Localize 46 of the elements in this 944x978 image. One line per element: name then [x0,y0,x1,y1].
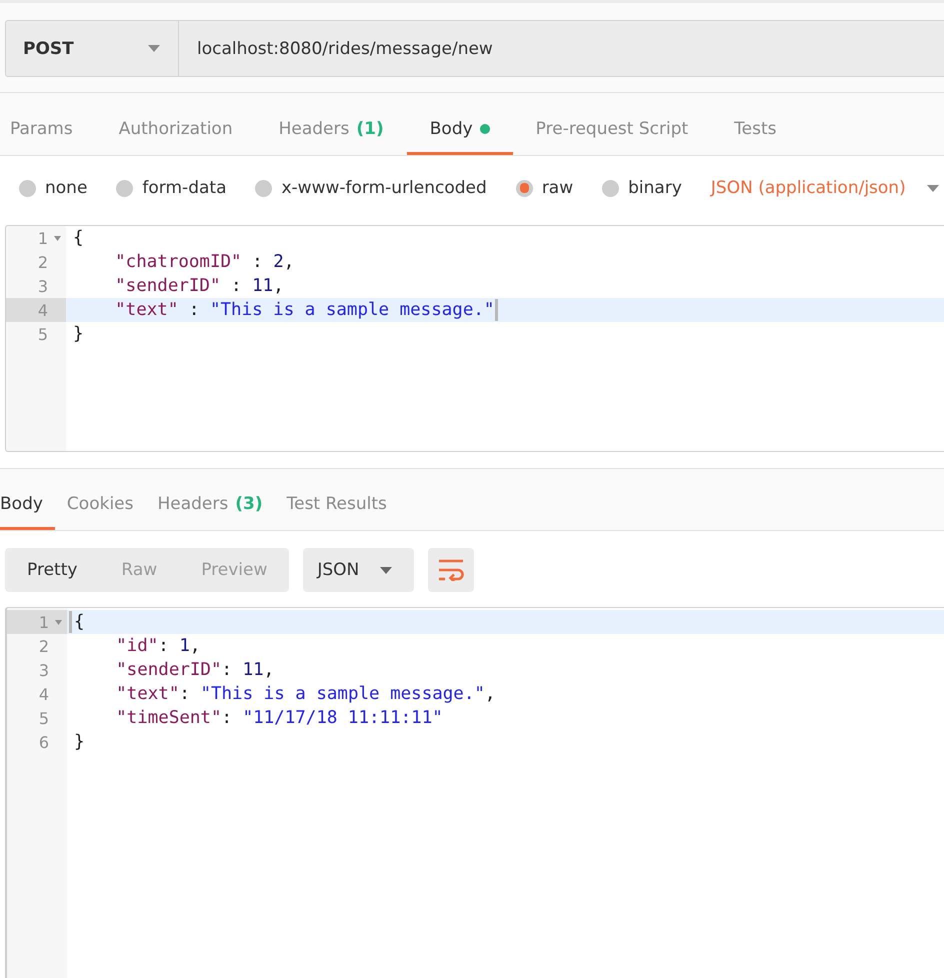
radio-button[interactable] [516,180,533,196]
line-number: 6 [38,732,49,752]
code-line: { [73,228,84,248]
wrap-lines-icon [438,559,464,581]
caret-icon [148,45,160,52]
radio-button[interactable] [116,180,134,196]
line-number: 4 [38,684,49,704]
line-number: 3 [36,276,48,296]
code-line: } [74,732,85,752]
line-number: 4 [36,300,48,320]
code-line: "text": "This is a sample message.", [116,684,496,704]
line-number: 2 [36,252,48,272]
line-number: 1 [38,612,49,632]
fold-caret-icon[interactable] [55,620,62,624]
code-line: "senderID" : 11, [115,276,284,296]
view-mode-tab[interactable]: Pretty [5,548,100,592]
line-number: 5 [38,708,49,728]
caret-icon [380,566,392,574]
response-tab[interactable]: Body [0,469,55,530]
request-tab[interactable]: Body [406,93,513,155]
radio-label[interactable]: x-www-form-urlencoded [281,178,487,198]
radio-button[interactable] [602,180,620,196]
radio-label[interactable]: binary [628,178,682,198]
code-line: "chatroomID" : 2, [115,252,294,272]
code-line: "senderID": 11, [116,660,274,680]
line-number: 2 [38,636,49,656]
code-line: } [73,324,84,344]
line-number: 3 [38,660,49,680]
radio-button[interactable] [255,180,272,196]
line-number: 5 [36,324,48,344]
code-line: "id": 1, [116,636,200,656]
radio-button[interactable] [19,180,36,196]
code-line: { [74,612,85,632]
url-field[interactable]: localhost:8080/rides/message/new [178,20,944,77]
caret-icon [926,184,939,192]
radio-label[interactable]: none [45,178,88,198]
line-number: 1 [36,228,48,248]
response-format-dropdown[interactable]: JSON [303,548,414,592]
radio-label[interactable]: raw [542,178,574,198]
code-line: "text" : "This is a sample message." [115,300,494,320]
method-dropdown[interactable]: POST [5,20,178,77]
radio-label[interactable]: form-data [142,178,226,198]
request-body-editor[interactable]: 1 { 2 "chatroomID" : 2, 3 "senderID" : 11, 4 "text" : "This is a sample message." 5 } [5,225,944,452]
fold-caret-icon[interactable] [54,236,61,240]
wrap-button[interactable] [428,548,474,592]
code-line: "timeSent": "11/17/18 11:11:11" [116,708,443,728]
